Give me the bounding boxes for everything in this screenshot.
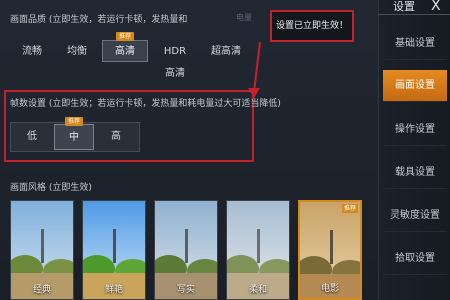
style-section-label: 画面风格 (立即生效)	[10, 183, 92, 193]
style-option-label: 柔和	[248, 285, 267, 295]
style-option-label: 写实	[176, 285, 195, 295]
recommended-badge: 推荐	[341, 204, 358, 213]
frame-rate-option-medium[interactable]: 推荐 中	[54, 117, 94, 150]
sidebar-item-controls[interactable]: 操作设置	[383, 114, 447, 146]
style-options: 经典 鲜艳 写实 柔和 推荐 电影	[8, 200, 372, 300]
sidebar-title: 设置	[393, 0, 415, 13]
sidebar-item-pickup[interactable]: 拾取设置	[383, 243, 447, 275]
frame-rate-option-label: 高	[111, 131, 121, 142]
frame-rate-option-label: 中	[69, 132, 79, 143]
sidebar-item-vehicles[interactable]: 载具设置	[383, 157, 447, 189]
sidebar-item-basic[interactable]: 基础设置	[383, 28, 447, 60]
sidebar-item-sensitivity[interactable]: 灵敏度设置	[383, 200, 447, 232]
style-option-label: 电影	[320, 284, 339, 294]
style-option-realistic[interactable]: 写实	[154, 200, 218, 300]
settings-sidebar: 设置 X 基础设置 画面设置 操作设置 载具设置 灵敏度设置 拾取设置	[378, 0, 450, 300]
style-option-label: 经典	[32, 285, 51, 295]
frame-rate-section-label: 帧数设置 (立即生效；若运行卡顿，发热量和耗电量过大可适当降低)	[10, 99, 281, 109]
sidebar-divider	[379, 14, 450, 15]
frame-rate-option-high[interactable]: 高	[96, 124, 136, 150]
frame-rate-option-label: 低	[27, 131, 37, 142]
close-icon[interactable]: X	[431, 0, 441, 14]
frame-rate-option-low[interactable]: 低	[12, 124, 52, 150]
style-option-classic[interactable]: 经典	[10, 200, 74, 300]
settings-main-panel: 画面品质 (立即生效，若运行卡顿，发热量和 电量 流畅 均衡 推荐 高清 HDR…	[0, 0, 378, 300]
style-option-label: 鲜艳	[104, 285, 123, 295]
style-option-cinema[interactable]: 推荐 电影	[298, 200, 362, 300]
sidebar-item-graphics[interactable]: 画面设置	[383, 70, 447, 102]
style-option-vivid[interactable]: 鲜艳	[82, 200, 146, 300]
recommended-badge: 推荐	[64, 117, 84, 126]
style-option-soft[interactable]: 柔和	[226, 200, 290, 300]
